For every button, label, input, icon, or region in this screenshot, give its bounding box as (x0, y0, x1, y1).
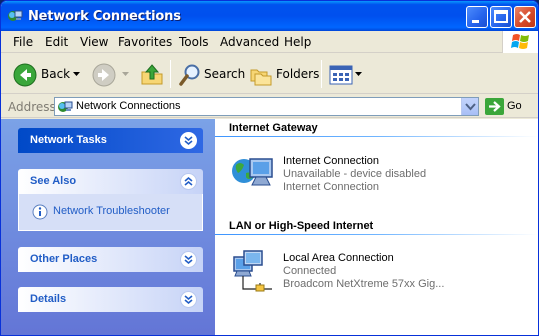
chevron-down-icon (465, 103, 476, 111)
back-arrow-icon (13, 63, 37, 87)
menu-help[interactable]: Help (284, 35, 311, 49)
internet-gateway-icon (232, 158, 273, 186)
expand-other-places-button[interactable] (180, 251, 197, 268)
address-label: Address (8, 100, 56, 114)
forward-arrow-icon (92, 63, 116, 87)
lan-connection-icon (233, 250, 272, 292)
network-tasks-title: Network Tasks (30, 134, 107, 146)
toolbar-separator (170, 60, 171, 88)
chevron-down-double-icon (184, 295, 193, 305)
network-tasks-header[interactable]: Network Tasks (18, 128, 203, 153)
address-value: Network Connections (76, 100, 181, 112)
menu-edit[interactable]: Edit (45, 35, 68, 49)
folders-label: Folders (276, 67, 320, 81)
connection-device: Broadcom NetXtreme 57xx Gig... (283, 278, 445, 290)
chevron-down-double-icon (184, 136, 193, 146)
back-dropdown-icon[interactable] (73, 72, 80, 77)
folders-icon (250, 69, 272, 86)
connection-status: Connected (283, 265, 337, 277)
task-pane: Network Tasks See Also Network Troublesh (1, 119, 215, 335)
windows-flag-icon (511, 34, 529, 49)
menu-bar: File Edit View Favorites Tools Advanced … (1, 31, 538, 53)
back-label: Back (41, 67, 71, 81)
details-header[interactable]: Details (18, 287, 203, 312)
menu-tools[interactable]: Tools (179, 35, 209, 49)
close-button[interactable] (514, 6, 536, 28)
details-title: Details (30, 293, 67, 305)
connection-name: Internet Connection (283, 155, 380, 167)
back-button[interactable]: Back (9, 58, 84, 90)
toolbar-separator (321, 60, 322, 88)
search-label: Search (204, 67, 246, 81)
views-icon (329, 65, 353, 85)
up-folder-icon (141, 64, 163, 85)
maximize-icon (494, 10, 508, 23)
toolbar: Back Search Folders (1, 54, 538, 94)
go-arrow-icon (485, 98, 504, 115)
network-connections-icon (8, 10, 23, 21)
connections-list: Internet Gateway Internet Connection Una… (215, 119, 538, 335)
chevron-down-double-icon (184, 255, 193, 265)
collapse-network-tasks-button[interactable] (180, 132, 197, 149)
forward-dropdown-icon[interactable] (122, 72, 129, 77)
connection-status: Unavailable - device disabled (283, 168, 427, 180)
address-bar: Address Network Connections Go (1, 95, 538, 118)
connection-device: Internet Connection (283, 181, 380, 193)
collapse-see-also-button[interactable] (180, 173, 197, 190)
search-icon (179, 64, 200, 86)
group-divider (215, 234, 538, 235)
address-input[interactable]: Network Connections (54, 97, 479, 116)
up-folder-button[interactable] (138, 58, 166, 90)
chevron-up-double-icon (184, 176, 193, 186)
minimize-button[interactable] (466, 6, 488, 28)
info-icon (32, 204, 48, 220)
menu-view[interactable]: View (80, 35, 108, 49)
window-title: Network Connections (28, 9, 181, 24)
network-connections-icon (58, 101, 73, 112)
network-troubleshooter-link[interactable]: Network Troubleshooter (53, 205, 170, 217)
connection-name: Local Area Connection (283, 252, 394, 264)
minimize-icon (472, 20, 479, 23)
search-button[interactable]: Search (175, 58, 245, 90)
go-label: Go (507, 100, 522, 112)
views-dropdown-icon[interactable] (355, 72, 362, 77)
see-also-header[interactable]: See Also (18, 169, 203, 194)
see-also-body: Network Troubleshooter (18, 194, 203, 231)
menu-file[interactable]: File (13, 35, 33, 49)
go-button[interactable]: Go (485, 98, 522, 118)
explorer-window: Network Connections File Edit View Favor… (0, 0, 539, 336)
see-also-title: See Also (30, 175, 77, 187)
title-bar[interactable]: Network Connections (1, 1, 538, 31)
expand-details-button[interactable] (180, 291, 197, 308)
other-places-header[interactable]: Other Places (18, 247, 203, 272)
list-item-internet-connection[interactable]: Internet Connection Unavailable - device… (215, 147, 538, 199)
maximize-button[interactable] (490, 6, 512, 28)
other-places-title: Other Places (30, 253, 98, 265)
menu-advanced[interactable]: Advanced (220, 35, 279, 49)
list-item-local-area-connection[interactable]: Local Area Connection Connected Broadcom… (215, 247, 538, 299)
group-title-internet-gateway: Internet Gateway (229, 122, 318, 134)
group-title-lan: LAN or High-Speed Internet (229, 220, 374, 232)
menu-favorites[interactable]: Favorites (118, 35, 172, 49)
views-button[interactable] (327, 58, 363, 90)
folders-button[interactable]: Folders (247, 58, 319, 90)
address-dropdown-button[interactable] (461, 98, 478, 115)
close-icon (519, 11, 531, 23)
group-divider (215, 136, 538, 137)
forward-button[interactable] (89, 58, 133, 90)
windows-logo (502, 31, 538, 53)
